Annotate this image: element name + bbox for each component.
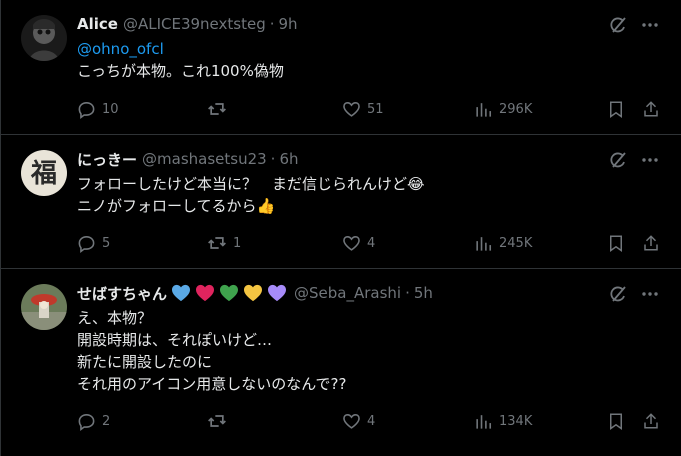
- display-name[interactable]: にっきー: [77, 149, 137, 170]
- views-icon: [476, 236, 492, 251]
- tweet-header: にっきー @mashasetsu23 · 6h: [77, 147, 665, 171]
- reply-count: 5: [102, 235, 111, 251]
- views-button[interactable]: 134K: [474, 409, 532, 433]
- share-button[interactable]: [642, 409, 660, 433]
- retweet-button[interactable]: [207, 409, 233, 433]
- tweet[interactable]: 福 にっきー @mashasetsu23 · 6h フォローしたけど本当に？ ま…: [1, 135, 681, 269]
- tweet-text: フォローしたけど本当に？ まだ信じられんけど😂 ニノがフォローしてるから👍: [77, 173, 665, 217]
- more-icon[interactable]: [639, 149, 661, 171]
- reply-button[interactable]: 5: [77, 231, 110, 255]
- bookmark-button[interactable]: [607, 97, 625, 121]
- tweet-text-line: え、本物？: [77, 309, 153, 327]
- timestamp[interactable]: 9h: [279, 15, 298, 33]
- timeline: Alice @ALICE39nextsteg · 9h @ohno_ofcl こ…: [0, 0, 681, 456]
- views-button[interactable]: 296K: [474, 97, 532, 121]
- like-count: 4: [367, 235, 376, 251]
- tweet-text-line: フォローしたけど本当に？ まだ信じられんけど😂: [77, 175, 425, 193]
- retweet-count: 1: [233, 235, 242, 251]
- user-handle[interactable]: @mashasetsu23: [142, 150, 267, 168]
- tweet-text: え、本物？ 開設時期は、それぽいけど… 新たに開設したのに それ用のアイコン用意…: [77, 307, 665, 395]
- views-icon: [476, 102, 492, 117]
- avatar[interactable]: 福: [21, 150, 67, 196]
- tweet[interactable]: せばすちゃん @Seba_Arashi · 5h え、本物？ 開設時期は、それぽ…: [1, 269, 681, 456]
- grok-icon[interactable]: [607, 149, 629, 171]
- heart-emoji-red: [196, 284, 215, 302]
- tweet-text-line: 開設時期は、それぽいけど…: [77, 331, 273, 349]
- reply-button[interactable]: 10: [77, 97, 119, 121]
- svg-text:福: 福: [30, 159, 57, 189]
- mention-link[interactable]: @ohno_ofcl: [77, 38, 665, 60]
- view-count: 245K: [499, 235, 533, 251]
- reply-button[interactable]: 2: [77, 409, 110, 433]
- tweet-actions: 2 4 134K: [77, 409, 661, 433]
- user-handle[interactable]: @ALICE39nextsteg: [123, 15, 266, 33]
- more-icon[interactable]: [639, 283, 661, 305]
- tweet-actions: 5 1 4 245K: [77, 231, 661, 255]
- reply-icon: [78, 101, 95, 119]
- share-icon: [644, 101, 658, 117]
- heart-icon: [343, 235, 360, 251]
- tweet-text-line: 新たに開設したのに: [77, 353, 213, 371]
- reply-count: 10: [102, 101, 119, 117]
- display-name[interactable]: Alice: [77, 15, 118, 33]
- heart-icon: [343, 413, 360, 429]
- bookmark-button[interactable]: [607, 231, 625, 255]
- share-icon: [644, 235, 658, 251]
- views-icon: [476, 414, 492, 429]
- tweet[interactable]: Alice @ALICE39nextsteg · 9h @ohno_ofcl こ…: [1, 0, 681, 135]
- separator-dot: ·: [405, 284, 410, 302]
- separator-dot: ·: [270, 150, 276, 168]
- reply-count: 2: [102, 413, 111, 429]
- like-count: 51: [367, 101, 384, 117]
- like-button[interactable]: 51: [342, 97, 384, 121]
- heart-icon: [343, 101, 360, 117]
- bookmark-icon: [610, 235, 622, 252]
- user-handle[interactable]: @Seba_Arashi: [294, 284, 401, 302]
- tweet-actions: 10 51 296K: [77, 97, 661, 121]
- grok-icon[interactable]: [607, 14, 629, 36]
- retweet-icon: [208, 415, 226, 427]
- grok-icon[interactable]: [607, 283, 629, 305]
- more-icon[interactable]: [639, 14, 661, 36]
- like-button[interactable]: 4: [342, 231, 375, 255]
- tweet-text: @ohno_ofcl こっちが本物。これ100%偽物: [77, 38, 665, 82]
- heart-emoji-yellow: [244, 284, 263, 302]
- like-count: 4: [367, 413, 376, 429]
- view-count: 296K: [499, 101, 533, 117]
- tweet-top-actions: [607, 283, 661, 305]
- reply-icon: [78, 413, 95, 431]
- view-count: 134K: [499, 413, 533, 429]
- heart-emoji-green: [220, 284, 239, 302]
- tweet-text-line: ニノがフォローしてるから👍: [77, 197, 276, 215]
- reply-icon: [78, 235, 95, 253]
- like-button[interactable]: 4: [342, 409, 375, 433]
- bookmark-icon: [610, 101, 622, 118]
- share-button[interactable]: [642, 97, 660, 121]
- tweet-header: Alice @ALICE39nextsteg · 9h: [77, 12, 665, 36]
- bookmark-button[interactable]: [607, 409, 625, 433]
- separator-dot: ·: [269, 15, 275, 33]
- retweet-button[interactable]: 1: [207, 231, 241, 255]
- bookmark-icon: [610, 413, 622, 430]
- share-icon: [644, 413, 658, 429]
- retweet-icon: [208, 103, 226, 115]
- retweet-icon: [208, 237, 226, 249]
- tweet-header: せばすちゃん @Seba_Arashi · 5h: [77, 281, 665, 305]
- tweet-top-actions: [607, 149, 661, 171]
- heart-emoji-blue: [172, 284, 191, 302]
- tweet-text-line: こっちが本物。これ100%偽物: [77, 62, 284, 80]
- retweet-button[interactable]: [207, 97, 233, 121]
- avatar[interactable]: [21, 284, 67, 330]
- avatar[interactable]: [21, 15, 67, 61]
- tweet-top-actions: [607, 14, 661, 36]
- display-name[interactable]: せばすちゃん: [77, 283, 167, 304]
- share-button[interactable]: [642, 231, 660, 255]
- views-button[interactable]: 245K: [474, 231, 532, 255]
- timestamp[interactable]: 5h: [414, 284, 433, 302]
- name-hearts: [169, 284, 289, 302]
- heart-emoji-purple: [268, 284, 287, 302]
- timestamp[interactable]: 6h: [279, 150, 298, 168]
- tweet-text-line: それ用のアイコン用意しないのなんで??: [77, 375, 347, 393]
